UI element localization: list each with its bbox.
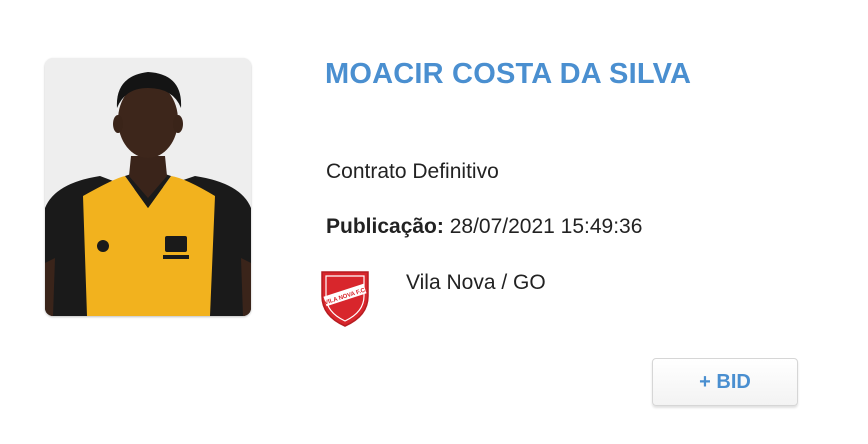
club-crest-icon: VILA NOVA F.C. xyxy=(321,271,369,327)
publication-label: Publicação: xyxy=(326,215,444,238)
contract-type: Contrato Definitivo xyxy=(326,160,499,183)
player-photo-illustration xyxy=(45,58,251,316)
publication-datetime: 28/07/2021 15:49:36 xyxy=(449,215,643,238)
player-photo xyxy=(45,58,251,316)
player-name: MOACIR COSTA DA SILVA xyxy=(325,58,692,90)
player-card: MOACIR COSTA DA SILVA Contrato Definitiv… xyxy=(0,0,868,444)
bid-button[interactable]: + BID xyxy=(652,358,798,406)
publication-info: Publicação: 28/07/2021 15:49:36 xyxy=(326,215,642,239)
club-name: Vila Nova / GO xyxy=(406,271,546,294)
